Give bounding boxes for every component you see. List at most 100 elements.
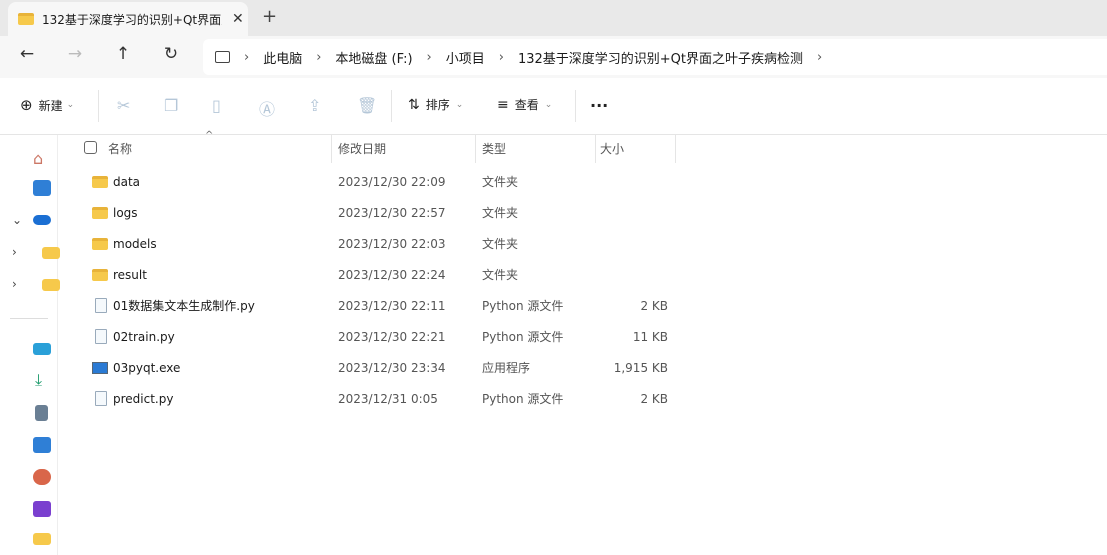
pictures-icon[interactable] <box>33 437 51 453</box>
chevron-down-icon: ⌄ <box>544 99 553 110</box>
file-row[interactable]: 02train.py 2023/12/30 22:21 Python 源文件 1… <box>80 321 680 352</box>
paste-icon[interactable]: ▯ <box>212 96 221 115</box>
chevron-down-icon: ⌄ <box>66 100 75 110</box>
column-divider[interactable] <box>675 135 676 163</box>
delete-icon[interactable]: 🗑 <box>357 96 377 115</box>
desktop-icon[interactable] <box>33 343 51 355</box>
folder-icon[interactable] <box>33 533 51 545</box>
file-row[interactable]: result 2023/12/30 22:24 文件夹 <box>80 259 680 290</box>
gallery-icon[interactable] <box>33 180 51 196</box>
folder-icon <box>92 175 108 188</box>
file-name: predict.py <box>113 391 174 406</box>
file-name: 02train.py <box>113 329 175 344</box>
file-type: Python 源文件 <box>482 330 564 344</box>
divider <box>98 90 99 122</box>
breadcrumb[interactable]: › 此电脑 › 本地磁盘 (F:) › 小项目 › 132基于深度学习的识别+Q… <box>203 39 1107 75</box>
divider <box>10 318 48 319</box>
view-button[interactable]: ≡ 查看 ⌄ <box>497 96 552 113</box>
tab-active[interactable]: 132基于深度学习的识别+Qt界面之叶子疾病检测 ✕ <box>8 2 248 36</box>
music-icon[interactable] <box>33 469 51 485</box>
documents-icon[interactable] <box>35 405 48 421</box>
folder-icon <box>92 268 108 281</box>
view-label: 查看 <box>514 98 539 112</box>
sort-ascending-icon: ^ <box>205 130 214 141</box>
file-type: 文件夹 <box>482 268 519 282</box>
up-button[interactable]: ↑ <box>111 44 135 64</box>
file-type: 文件夹 <box>482 237 519 251</box>
chevron-down-icon: ⌄ <box>455 99 464 110</box>
file-type: 文件夹 <box>482 175 519 189</box>
file-modified: 2023/12/30 22:03 <box>338 236 446 251</box>
chevron-down-icon[interactable]: ⌄ <box>12 213 22 227</box>
folder-icon <box>92 206 108 219</box>
new-tab-button[interactable]: + <box>262 6 277 27</box>
file-row[interactable]: data 2023/12/30 22:09 文件夹 <box>80 166 680 197</box>
copy-icon[interactable]: ❐ <box>164 96 178 115</box>
sort-label: 排序 <box>425 98 450 112</box>
file-modified: 2023/12/30 22:09 <box>338 174 446 189</box>
file-name: 03pyqt.exe <box>113 360 181 375</box>
file-modified: 2023/12/30 22:11 <box>338 298 446 313</box>
file-type: 文件夹 <box>482 206 519 220</box>
column-header-type[interactable]: 类型 <box>482 140 506 157</box>
tab-bar: 132基于深度学习的识别+Qt界面之叶子疾病检测 ✕ + <box>0 0 1107 36</box>
cut-icon[interactable]: ✂ <box>117 96 130 115</box>
chevron-right-icon[interactable]: › <box>817 50 822 65</box>
file-modified: 2023/12/30 22:57 <box>338 205 446 220</box>
chevron-right-icon[interactable]: › <box>12 277 17 291</box>
column-header-name[interactable]: 名称 <box>108 140 132 157</box>
column-divider[interactable] <box>595 135 596 163</box>
file-row[interactable]: models 2023/12/30 22:03 文件夹 <box>80 228 680 259</box>
column-divider[interactable] <box>331 135 332 163</box>
onedrive-icon[interactable] <box>33 215 51 225</box>
navigation-pane: ⌂ ⌄ › › ⤓ <box>0 135 60 555</box>
rename-icon[interactable]: Ⓐ <box>259 96 275 120</box>
file-size: 11 KB <box>632 329 668 344</box>
breadcrumb-item[interactable]: 本地磁盘 (F:) <box>335 48 412 67</box>
breadcrumb-item[interactable]: 小项目 <box>446 48 485 67</box>
folder-icon <box>92 237 108 250</box>
python-file-icon <box>95 298 107 313</box>
new-label: 新建 <box>38 98 63 113</box>
more-button[interactable]: ··· <box>590 96 608 115</box>
home-icon[interactable]: ⌂ <box>33 149 43 168</box>
chevron-right-icon[interactable]: › <box>12 245 17 259</box>
file-name: 01数据集文本生成制作.py <box>113 299 255 313</box>
file-name: logs <box>113 205 138 220</box>
file-row[interactable]: 03pyqt.exe 2023/12/30 23:34 应用程序 1,915 K… <box>80 352 680 383</box>
file-row[interactable]: logs 2023/12/30 22:57 文件夹 <box>80 197 680 228</box>
file-size: 2 KB <box>640 298 668 313</box>
breadcrumb-item[interactable]: 132基于深度学习的识别+Qt界面之叶子疾病检测 <box>518 48 803 67</box>
column-divider[interactable] <box>475 135 476 163</box>
column-header-modified[interactable]: 修改日期 <box>338 140 386 157</box>
sort-button[interactable]: ⇅ 排序 ⌄ <box>408 96 463 113</box>
file-row[interactable]: 01数据集文本生成制作.py 2023/12/30 22:11 Python 源… <box>80 290 680 321</box>
refresh-button[interactable]: ↻ <box>159 44 183 64</box>
select-all-checkbox[interactable] <box>84 141 97 154</box>
computer-icon <box>215 51 230 63</box>
chevron-right-icon: › <box>316 49 322 65</box>
videos-icon[interactable] <box>33 501 51 517</box>
share-icon[interactable]: ⇪ <box>308 96 321 115</box>
file-name: data <box>113 174 141 189</box>
folder-icon[interactable] <box>42 247 60 259</box>
breadcrumb-item[interactable]: 此电脑 <box>263 48 302 67</box>
python-file-icon <box>95 391 107 406</box>
sort-icon: ⇅ <box>408 96 420 113</box>
close-tab-button[interactable]: ✕ <box>232 11 244 27</box>
exe-icon <box>92 361 108 374</box>
chevron-right-icon: › <box>498 49 504 65</box>
file-modified: 2023/12/30 22:24 <box>338 267 446 282</box>
file-modified: 2023/12/31 0:05 <box>338 391 438 406</box>
new-button[interactable]: ⊕ 新建 ⌄ <box>20 96 74 114</box>
column-header-size[interactable]: 大小 <box>600 140 624 157</box>
forward-button[interactable]: → <box>63 44 87 64</box>
command-bar: ⊕ 新建 ⌄ ✂ ❐ ▯ Ⓐ ⇪ 🗑 ⇅ 排序 ⌄ ≡ 查看 ⌄ ··· <box>0 78 1107 135</box>
file-name: models <box>113 236 157 251</box>
file-modified: 2023/12/30 22:21 <box>338 329 446 344</box>
folder-icon[interactable] <box>42 279 60 291</box>
file-row[interactable]: predict.py 2023/12/31 0:05 Python 源文件 2 … <box>80 383 680 414</box>
back-button[interactable]: ← <box>15 44 39 64</box>
download-icon[interactable]: ⤓ <box>35 370 42 390</box>
file-size: 2 KB <box>640 391 668 406</box>
